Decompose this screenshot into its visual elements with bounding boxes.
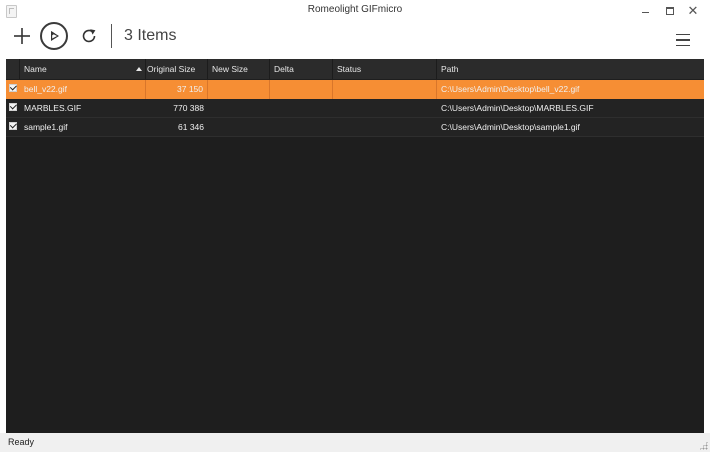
column-header-original-size-label: Original Size <box>147 64 196 74</box>
cell-status <box>333 80 437 99</box>
cell-path: C:\Users\Admin\Desktop\sample1.gif <box>441 122 580 132</box>
column-header-status[interactable]: Status <box>333 59 437 79</box>
row-checkbox[interactable] <box>9 84 17 92</box>
table-row[interactable]: MARBLES.GIF 770 388 C:\Users\Admin\Deskt… <box>6 99 704 118</box>
refresh-icon <box>82 29 96 43</box>
cell-original-size: 37 150 <box>146 80 208 99</box>
table-row[interactable]: sample1.gif 61 346 C:\Users\Admin\Deskto… <box>6 118 704 137</box>
run-button[interactable] <box>40 22 68 50</box>
cell-original-size: 770 388 <box>173 103 204 113</box>
cell-original-size: 61 346 <box>178 122 204 132</box>
cell-new-size <box>208 118 270 137</box>
toolbar: 3 Items <box>0 22 710 56</box>
cell-new-size <box>208 99 270 118</box>
table-row[interactable]: bell_v22.gif 37 150 C:\Users\Admin\Deskt… <box>6 80 704 99</box>
cell-delta <box>270 118 333 137</box>
cell-name: sample1.gif <box>24 122 68 132</box>
resize-grip-icon[interactable] <box>699 441 708 450</box>
status-bar: Ready <box>0 433 710 452</box>
file-list[interactable]: Name Original Size New Size Delta Status… <box>6 59 704 433</box>
hamburger-menu-line <box>676 39 690 41</box>
column-header-new-size[interactable]: New Size <box>208 59 270 79</box>
column-header-original-size[interactable]: Original Size <box>132 59 208 79</box>
item-count: 3 Items <box>124 27 177 44</box>
header-checkbox-column <box>6 59 20 79</box>
window-title: Romeolight GIFmicro <box>307 4 403 15</box>
column-header-delta[interactable]: Delta <box>270 59 333 79</box>
close-icon: ✕ <box>687 3 699 18</box>
hamburger-menu-line <box>676 44 690 46</box>
toolbar-separator <box>111 24 112 48</box>
add-files-button[interactable] <box>12 25 32 47</box>
cell-delta <box>270 80 333 99</box>
row-checkbox[interactable] <box>9 122 17 130</box>
maximize-button[interactable] <box>659 3 681 19</box>
column-header-path[interactable]: Path <box>437 59 704 79</box>
cell-path: C:\Users\Admin\Desktop\bell_v22.gif <box>441 84 580 94</box>
status-text: Ready <box>8 437 35 447</box>
sort-ascending-icon <box>136 67 142 71</box>
maximize-icon <box>666 7 674 15</box>
hamburger-menu-icon <box>676 34 690 36</box>
close-button[interactable]: ✕ <box>682 3 704 19</box>
cell-path: C:\Users\Admin\Desktop\MARBLES.GIF <box>441 103 594 113</box>
hamburger-menu-button[interactable] <box>676 34 690 46</box>
column-header-row: Name Original Size New Size Delta Status… <box>6 59 704 79</box>
play-icon <box>51 31 59 41</box>
row-checkbox[interactable] <box>9 103 17 111</box>
cell-status <box>333 99 437 118</box>
cell-status <box>333 118 437 137</box>
plus-icon <box>14 28 30 44</box>
cell-new-size <box>208 80 270 99</box>
cell-delta <box>270 99 333 118</box>
minimize-button[interactable] <box>634 3 656 19</box>
minimize-icon <box>641 12 649 13</box>
column-header-name[interactable]: Name <box>20 59 146 79</box>
title-bar: Romeolight GIFmicro ✕ <box>0 0 710 22</box>
cell-name: bell_v22.gif <box>20 80 146 99</box>
refresh-button[interactable] <box>78 25 100 47</box>
cell-name: MARBLES.GIF <box>24 103 82 113</box>
